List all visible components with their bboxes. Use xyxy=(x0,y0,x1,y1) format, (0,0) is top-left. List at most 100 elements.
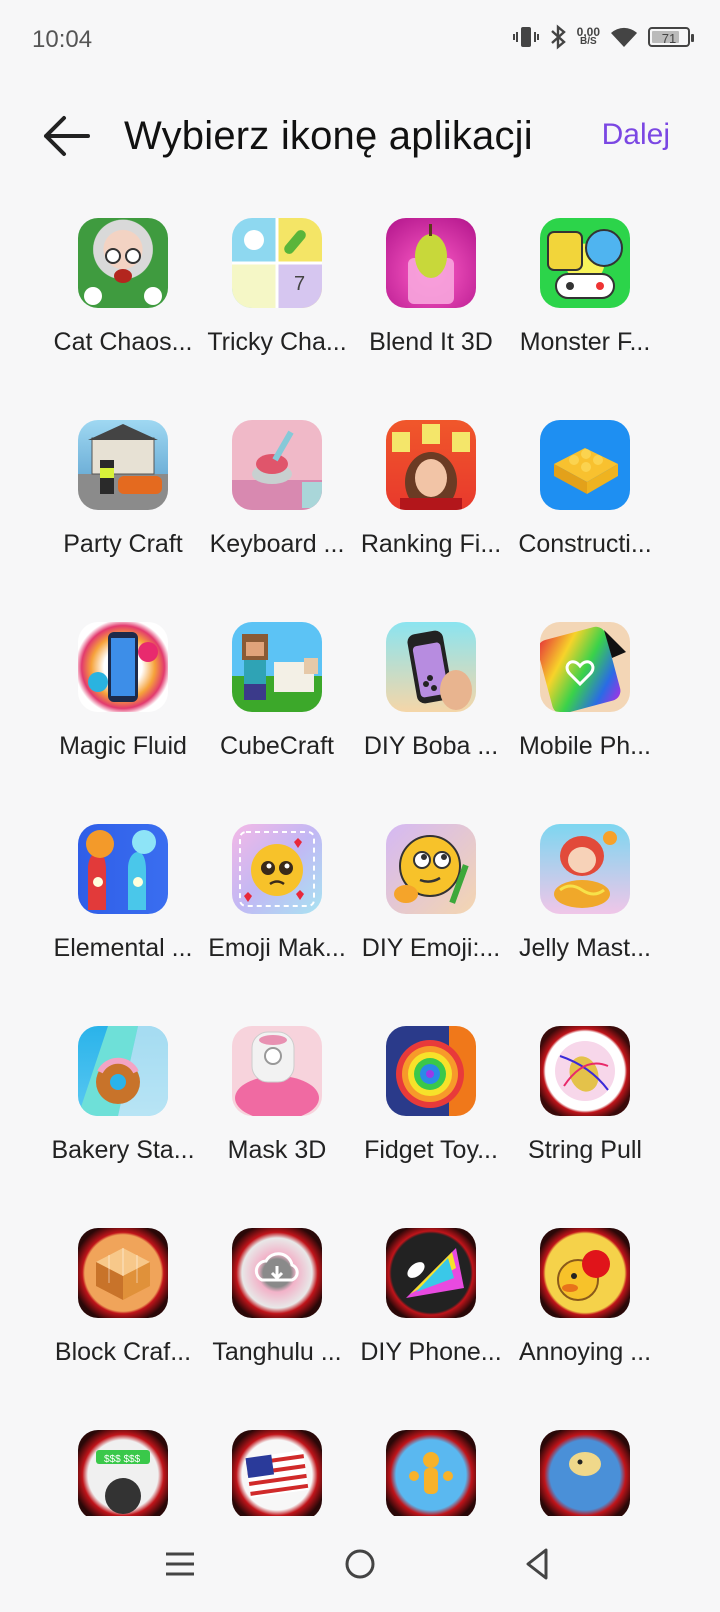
net-speed: 0,00 B/S xyxy=(577,26,600,47)
menu-icon[interactable] xyxy=(158,1542,202,1586)
app-item[interactable]: Emoji Mak... xyxy=(198,824,356,1030)
app-item[interactable]: Keyboard ... xyxy=(198,420,356,626)
app-label: Elemental ... xyxy=(53,934,193,962)
elemental-hands-icon xyxy=(78,824,168,914)
app-label: Tricky Cha... xyxy=(207,328,347,356)
ranking-filter-girl-icon xyxy=(386,420,476,510)
tricky-challenge-icon: 7 xyxy=(232,218,322,308)
app-item[interactable]: CubeCraft xyxy=(198,622,356,828)
page-title: Wybierz ikonę aplikacji xyxy=(124,114,533,158)
fish-bowl-icon xyxy=(540,1430,630,1518)
granny-cat-icon xyxy=(78,218,168,308)
app-item[interactable]: Elemental ... xyxy=(44,824,202,1030)
monster-gamepad-icon xyxy=(540,218,630,308)
app-label: Bakery Sta... xyxy=(51,1136,195,1164)
app-item[interactable]: Annoying ... xyxy=(506,1228,664,1434)
diy-phone-spray-icon xyxy=(386,1228,476,1318)
block-craft-icon xyxy=(78,1228,168,1318)
thinking-emoji-icon xyxy=(386,824,476,914)
app-item[interactable]: Mobile Ph... xyxy=(506,622,664,828)
app-label: Emoji Mak... xyxy=(208,934,346,962)
pear-blender-icon xyxy=(386,218,476,308)
app-item[interactable]: Magic Fluid xyxy=(44,622,202,828)
rainbow-phone-case-icon xyxy=(540,622,630,712)
svg-text:$$$ $$$: $$$ $$$ xyxy=(104,1454,141,1465)
app-item[interactable]: $$$ $$$ xyxy=(44,1430,202,1518)
app-label: DIY Emoji:... xyxy=(361,934,501,962)
app-item[interactable]: Mask 3D xyxy=(198,1026,356,1232)
status-time: 10:04 xyxy=(32,26,93,53)
app-item[interactable]: Block Craf... xyxy=(44,1228,202,1434)
app-item[interactable]: DIY Emoji:... xyxy=(352,824,510,1030)
app-item[interactable]: Jelly Mast... xyxy=(506,824,664,1030)
lego-brick-icon xyxy=(540,420,630,510)
battery-icon: 71 xyxy=(648,27,694,47)
battery-level: 71 xyxy=(661,31,677,46)
app-item[interactable]: Blend It 3D xyxy=(352,218,510,424)
app-label: String Pull xyxy=(528,1136,642,1164)
app-item[interactable]: DIY Phone... xyxy=(352,1228,510,1434)
vibrate-icon xyxy=(512,27,539,47)
tanghulu-download-icon xyxy=(232,1228,322,1318)
app-label: Jelly Mast... xyxy=(519,934,651,962)
app-item[interactable]: Constructi... xyxy=(506,420,664,626)
app-item[interactable]: Monster F... xyxy=(506,218,664,424)
app-label: Keyboard ... xyxy=(209,530,345,558)
app-label: Annoying ... xyxy=(518,1338,652,1366)
app-label: Magic Fluid xyxy=(59,732,187,760)
app-item[interactable]: String Pull xyxy=(506,1026,664,1232)
magic-fluid-phone-icon xyxy=(78,622,168,712)
app-item[interactable]: Bakery Sta... xyxy=(44,1026,202,1232)
string-pull-icon xyxy=(540,1026,630,1116)
header: Wybierz ikonę aplikacji Dalej xyxy=(0,100,720,180)
pleading-emoji-icon xyxy=(232,824,322,914)
crowd-runner-icon xyxy=(386,1430,476,1518)
app-item[interactable]: Ranking Fi... xyxy=(352,420,510,626)
annoying-duck-icon xyxy=(540,1228,630,1318)
app-item[interactable] xyxy=(506,1430,664,1518)
usa-flag-icon xyxy=(232,1430,322,1518)
app-item[interactable]: Cat Chaos... xyxy=(44,218,202,424)
app-label: Mobile Ph... xyxy=(518,732,651,760)
app-label: Blend It 3D xyxy=(369,328,493,356)
app-item[interactable]: 7 Tricky Cha... xyxy=(198,218,356,424)
app-label: Constructi... xyxy=(518,530,652,558)
app-label: DIY Boba ... xyxy=(363,732,499,760)
net-speed-unit: B/S xyxy=(579,36,597,47)
jelly-noodle-girl-icon xyxy=(540,824,630,914)
app-label: Cat Chaos... xyxy=(53,328,193,356)
app-label: Ranking Fi... xyxy=(360,530,502,558)
cubecraft-sheep-icon xyxy=(232,622,322,712)
app-label: CubeCraft xyxy=(220,732,334,760)
app-label: Tanghulu ... xyxy=(212,1338,342,1366)
navigation-bar xyxy=(0,1516,720,1612)
back-arrow-icon[interactable] xyxy=(40,114,96,158)
app-item[interactable]: DIY Boba ... xyxy=(352,622,510,828)
back-triangle-icon[interactable] xyxy=(516,1542,560,1586)
money-wheel-icon: $$$ $$$ xyxy=(78,1430,168,1518)
app-icon-grid: Cat Chaos... 7 Tricky Cha... Blend It 3D… xyxy=(44,218,676,1518)
wifi-icon xyxy=(611,27,637,47)
boba-phone-icon xyxy=(386,622,476,712)
status-icons: 0,00 B/S 71 xyxy=(512,24,694,50)
app-label: Party Craft xyxy=(63,530,183,558)
home-icon[interactable] xyxy=(338,1542,382,1586)
party-craft-house-icon xyxy=(78,420,168,510)
keyboard-key-icon xyxy=(232,420,322,510)
bluetooth-icon xyxy=(550,24,566,50)
app-label: Monster F... xyxy=(519,328,651,356)
app-item[interactable] xyxy=(198,1430,356,1518)
next-button[interactable]: Dalej xyxy=(602,118,670,152)
svg-text:7: 7 xyxy=(294,273,305,295)
status-bar: 10:04 0,00 B/S 71 xyxy=(0,0,720,80)
mask-machine-icon xyxy=(232,1026,322,1116)
app-label: Block Craf... xyxy=(54,1338,192,1366)
app-label: Mask 3D xyxy=(227,1136,327,1164)
app-item[interactable]: Tanghulu ... xyxy=(198,1228,356,1434)
app-item[interactable]: Party Craft xyxy=(44,420,202,626)
donut-runner-icon xyxy=(78,1026,168,1116)
app-label: DIY Phone... xyxy=(360,1338,502,1366)
app-item[interactable]: Fidget Toy... xyxy=(352,1026,510,1232)
app-item[interactable] xyxy=(352,1430,510,1518)
app-label: Fidget Toy... xyxy=(364,1136,498,1164)
